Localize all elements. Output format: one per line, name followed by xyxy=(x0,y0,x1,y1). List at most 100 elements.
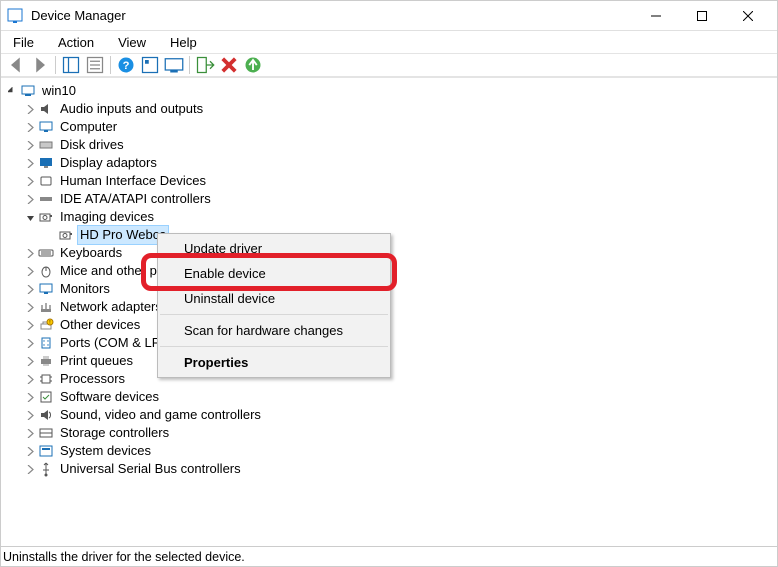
tree-node-label: Audio inputs and outputs xyxy=(58,100,205,118)
hid-icon xyxy=(38,173,54,189)
tree-node[interactable]: Processors xyxy=(23,370,775,388)
ctx-enable-device[interactable]: Enable device xyxy=(158,261,390,286)
tree-node-label: Computer xyxy=(58,118,119,136)
tree-node-label: Display adaptors xyxy=(58,154,159,172)
expand-icon[interactable] xyxy=(23,372,37,386)
ctx-update-driver[interactable]: Update driver xyxy=(158,236,390,261)
tree-node-label: Software devices xyxy=(58,388,161,406)
expand-icon[interactable] xyxy=(23,138,37,152)
menubar: File Action View Help xyxy=(1,31,777,53)
tree-node[interactable]: ! Other devices xyxy=(23,316,775,334)
tree-node[interactable]: Mice and other po xyxy=(23,262,775,280)
uninstall-device-button[interactable] xyxy=(218,54,240,76)
menu-help[interactable]: Help xyxy=(162,33,205,52)
tree-root-label: win10 xyxy=(40,82,78,100)
speaker-icon xyxy=(38,101,54,117)
monitor-icon xyxy=(38,119,54,135)
tree-node[interactable]: Software devices xyxy=(23,388,775,406)
expand-icon[interactable] xyxy=(23,336,37,350)
tree-root-row[interactable]: win10 xyxy=(5,82,775,100)
expand-icon[interactable] xyxy=(23,444,37,458)
display-icon xyxy=(38,155,54,171)
tree-node[interactable]: Display adaptors xyxy=(23,154,775,172)
collapse-icon[interactable] xyxy=(5,84,19,98)
tree-node[interactable]: Network adapters xyxy=(23,298,775,316)
tree-node-label: Monitors xyxy=(58,280,112,298)
ctx-uninstall-device[interactable]: Uninstall device xyxy=(158,286,390,311)
tree-node[interactable]: System devices xyxy=(23,442,775,460)
forward-button[interactable] xyxy=(29,54,51,76)
keyboard-icon xyxy=(38,245,54,261)
tree-node[interactable]: Computer xyxy=(23,118,775,136)
tree-node[interactable]: Imaging devices xyxy=(23,208,775,226)
software-icon xyxy=(38,389,54,405)
tree-node[interactable]: Sound, video and game controllers xyxy=(23,406,775,424)
tree-node[interactable]: Universal Serial Bus controllers xyxy=(23,460,775,478)
expand-icon[interactable] xyxy=(23,120,37,134)
menu-view[interactable]: View xyxy=(110,33,154,52)
tree-node-label: Ports (COM & LPT xyxy=(58,334,170,352)
tree-node[interactable]: IDE ATA/ATAPI controllers xyxy=(23,190,775,208)
expand-icon[interactable] xyxy=(23,156,37,170)
expand-icon[interactable] xyxy=(23,318,37,332)
computer-icon xyxy=(20,83,36,99)
tree-node-label: Universal Serial Bus controllers xyxy=(58,460,243,478)
window-root: Device Manager File Action View Help ? xyxy=(0,0,778,567)
svg-text:?: ? xyxy=(123,60,130,72)
tree-node[interactable]: Storage controllers xyxy=(23,424,775,442)
expand-icon[interactable] xyxy=(23,282,37,296)
tree-node[interactable]: Monitors xyxy=(23,280,775,298)
printer-icon xyxy=(38,353,54,369)
cpu-icon xyxy=(38,371,54,387)
tree-device-row[interactable]: HD Pro Webca xyxy=(43,226,775,244)
tree-node[interactable]: Human Interface Devices xyxy=(23,172,775,190)
scan-hardware-button[interactable] xyxy=(242,54,264,76)
action-center-button[interactable] xyxy=(139,54,161,76)
menu-action[interactable]: Action xyxy=(50,33,102,52)
sound-icon xyxy=(38,407,54,423)
show-hide-tree-button[interactable] xyxy=(60,54,82,76)
back-button[interactable] xyxy=(5,54,27,76)
expand-icon[interactable] xyxy=(23,390,37,404)
close-button[interactable] xyxy=(725,1,771,31)
tree-node[interactable]: Print queues xyxy=(23,352,775,370)
expand-icon[interactable] xyxy=(23,174,37,188)
collapse-icon[interactable] xyxy=(23,210,37,224)
expand-icon[interactable] xyxy=(23,300,37,314)
tree-node-label: Sound, video and game controllers xyxy=(58,406,263,424)
update-driver-button[interactable] xyxy=(163,54,185,76)
expand-icon[interactable] xyxy=(23,102,37,116)
window-title: Device Manager xyxy=(31,8,126,23)
monitor-icon xyxy=(38,281,54,297)
toolbar: ? xyxy=(1,53,777,77)
expand-icon[interactable] xyxy=(23,426,37,440)
ctx-scan-changes[interactable]: Scan for hardware changes xyxy=(158,318,390,343)
ctx-properties[interactable]: Properties xyxy=(158,350,390,375)
tree-node-label: Other devices xyxy=(58,316,142,334)
expand-icon[interactable] xyxy=(23,354,37,368)
expand-icon[interactable] xyxy=(23,264,37,278)
system-icon xyxy=(38,443,54,459)
expand-icon[interactable] xyxy=(23,246,37,260)
titlebar: Device Manager xyxy=(1,1,777,31)
properties-button[interactable] xyxy=(84,54,106,76)
status-text: Uninstalls the driver for the selected d… xyxy=(3,550,245,564)
expand-icon[interactable] xyxy=(23,192,37,206)
tree-pane: win10 Audio inputs and outputsComputerDi… xyxy=(1,77,777,546)
maximize-button[interactable] xyxy=(679,1,725,31)
expand-icon[interactable] xyxy=(23,462,37,476)
menu-file[interactable]: File xyxy=(5,33,42,52)
tree-node[interactable]: Ports (COM & LPT xyxy=(23,334,775,352)
enable-device-button[interactable] xyxy=(194,54,216,76)
svg-text:!: ! xyxy=(49,320,50,326)
tree-node[interactable]: Disk drives xyxy=(23,136,775,154)
expand-icon[interactable] xyxy=(23,408,37,422)
other-icon: ! xyxy=(38,317,54,333)
minimize-button[interactable] xyxy=(633,1,679,31)
tree-node-label: Disk drives xyxy=(58,136,126,154)
tree-node-label: Processors xyxy=(58,370,127,388)
toolbar-separator xyxy=(110,56,111,74)
tree-node[interactable]: Keyboards xyxy=(23,244,775,262)
tree-node[interactable]: Audio inputs and outputs xyxy=(23,100,775,118)
help-button[interactable]: ? xyxy=(115,54,137,76)
